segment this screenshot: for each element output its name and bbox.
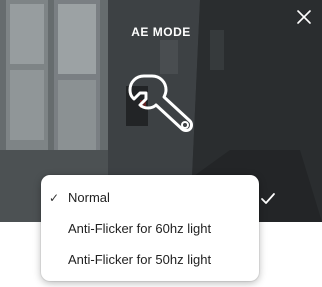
wrench-icon [128,74,193,132]
menu-item-label: Normal [68,190,110,205]
close-icon[interactable] [296,9,312,25]
checkmark-icon[interactable] [260,192,276,206]
menu-item-anti-flicker-60hz[interactable]: Anti-Flicker for 60hz light [41,216,259,242]
menu-item-label: Anti-Flicker for 60hz light [68,221,212,236]
menu-item-normal[interactable]: ✓ Normal [41,185,259,211]
ae-mode-title: AE MODE [131,25,191,39]
ae-mode-dropdown: ✓ Normal Anti-Flicker for 60hz light Ant… [41,175,259,281]
check-icon: ✓ [49,191,60,205]
menu-item-label: Anti-Flicker for 50hz light [68,252,212,267]
menu-item-anti-flicker-50hz[interactable]: Anti-Flicker for 50hz light [41,247,259,273]
